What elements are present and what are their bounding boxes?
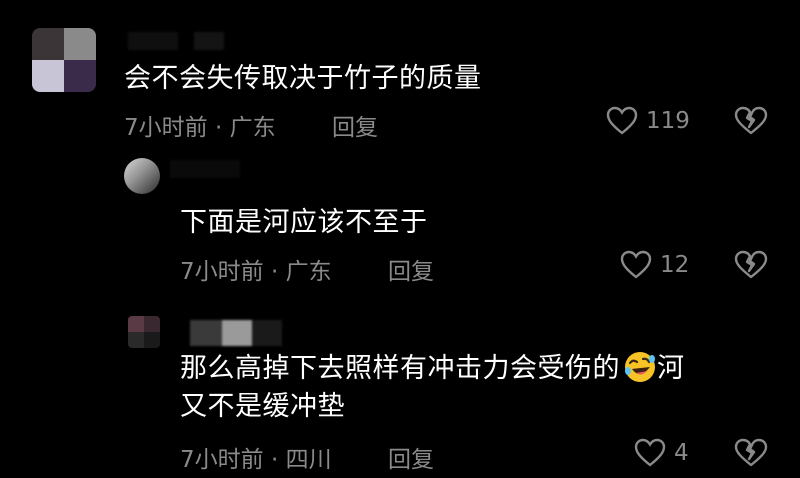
dislike-button[interactable] (734, 250, 768, 280)
avatar[interactable] (32, 28, 96, 92)
comment-text: 会不会失传取决于竹子的质量 (124, 63, 482, 94)
like-count: 4 (674, 440, 689, 466)
comment-meta: 7小时前 · 广东 (180, 259, 332, 285)
broken-heart-icon (734, 106, 768, 135)
dislike-button[interactable] (734, 438, 768, 468)
dislike-button[interactable] (734, 106, 768, 136)
username[interactable] (190, 320, 282, 346)
heart-icon (606, 106, 638, 135)
like-count: 119 (646, 108, 690, 134)
reply-button[interactable]: 回复 (388, 252, 434, 286)
avatar[interactable] (124, 158, 160, 194)
broken-heart-icon (734, 438, 768, 467)
comment-text-line2: 又不是缓冲垫 (180, 391, 345, 422)
heart-icon (634, 438, 666, 467)
rolling-on-floor-laughing-emoji-icon (625, 352, 655, 382)
comment-text: 那么高掉下去照样有冲击力会受伤的 河 又不是缓冲垫 (180, 350, 685, 426)
heart-icon (620, 250, 652, 279)
comment-text: 下面是河应该不至于 (180, 207, 428, 238)
comment-text-line1: 那么高掉下去照样有冲击力会受伤的 (180, 353, 620, 384)
username[interactable] (128, 32, 224, 50)
like-button[interactable]: 119 (606, 106, 690, 136)
like-button[interactable]: 12 (620, 250, 689, 280)
reply-button[interactable]: 回复 (332, 108, 378, 142)
comment-meta: 7小时前 · 广东 (124, 115, 276, 141)
like-button[interactable]: 4 (634, 438, 689, 468)
avatar[interactable] (128, 316, 160, 348)
username[interactable] (170, 160, 240, 178)
reply-button[interactable]: 回复 (388, 440, 434, 474)
comment-meta: 7小时前 · 四川 (180, 447, 332, 473)
broken-heart-icon (734, 250, 768, 279)
like-count: 12 (660, 252, 690, 278)
comment-text-line1-tail: 河 (657, 353, 685, 384)
